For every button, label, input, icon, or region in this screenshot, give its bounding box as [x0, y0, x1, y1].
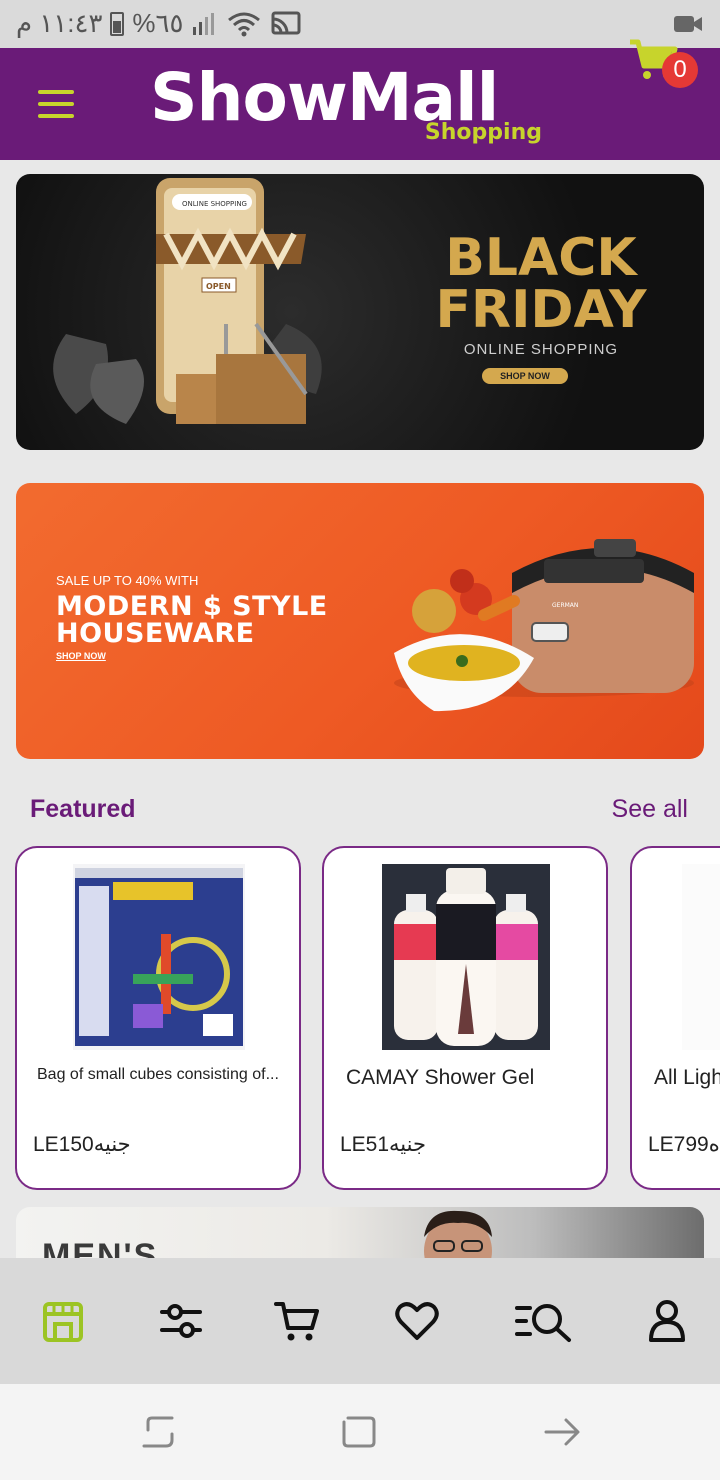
nav-search-list-icon[interactable] [514, 1298, 574, 1344]
bottom-navigation [0, 1258, 720, 1384]
battery-icon [110, 11, 125, 36]
back-icon[interactable] [542, 1412, 582, 1452]
product-price: LE51جنيه [340, 1133, 426, 1156]
open-sign-text: OPEN [206, 282, 231, 291]
logo-subtitle: Shopping [424, 120, 542, 145]
nav-cart-icon[interactable] [274, 1298, 320, 1344]
product-card[interactable]: Bag of small cubes consisting of... LE15… [15, 846, 301, 1190]
video-camera-icon [674, 16, 702, 32]
houseware-title: MODERN $ STYLE HOUSEWARE [56, 593, 328, 647]
houseware-sale-text: SALE UP TO 40% WITH [56, 573, 199, 588]
menu-icon-line [38, 114, 74, 118]
cooker-brand-text: GERMAN [552, 602, 578, 609]
storefront-illustration: ONLINE SHOPPING OPEN [53, 178, 322, 424]
black-friday-banner[interactable]: ONLINE SHOPPING OPEN BLACK FRIDAY ONLINE… [16, 174, 704, 450]
showmall-logo: ShowMall Shopping [150, 62, 550, 150]
see-all-link[interactable]: See all [612, 795, 688, 824]
black-friday-title: BLACK FRIDAY [435, 228, 647, 340]
product-image [682, 864, 720, 1050]
signal-icon [193, 12, 215, 35]
status-time: ١١:٤٣ م [16, 8, 103, 38]
product-image-camay-shower-gel [382, 864, 550, 1050]
product-name: All Ligh [654, 1066, 720, 1089]
menu-button[interactable] [38, 90, 74, 118]
product-price: LE150جنيه [33, 1133, 131, 1156]
houseware-title-line2: HOUSEWARE [56, 618, 255, 649]
menu-icon [38, 90, 74, 94]
black-friday-subtitle: ONLINE SHOPPING [463, 341, 619, 358]
nav-favorites-heart-icon[interactable] [394, 1298, 440, 1344]
status-right [672, 12, 704, 41]
phone-search-text: ONLINE SHOPPING [182, 200, 247, 208]
houseware-title-line1: MODERN $ STYLE [56, 591, 328, 622]
app-screen: ١١:٤٣ م %٦٥ ShowMall Shopping 0 ONLINE S… [0, 0, 720, 1480]
product-name: CAMAY Shower Gel [346, 1066, 535, 1089]
product-name: Bag of small cubes consisting of... [37, 1066, 279, 1083]
product-card[interactable]: All Ligh LE799ه [630, 846, 720, 1190]
battery-level: %٦٥ [132, 8, 184, 38]
black-friday-shop-now-button[interactable]: SHOP NOW [482, 368, 568, 384]
home-button-icon[interactable] [340, 1412, 380, 1452]
status-bar: ١١:٤٣ م %٦٥ [0, 0, 720, 48]
status-left: ١١:٤٣ م %٦٥ [16, 8, 303, 39]
menu-icon-line [38, 102, 74, 106]
featured-section-title: Featured [30, 795, 136, 823]
wifi-icon [228, 12, 261, 36]
nav-filters-icon[interactable] [158, 1298, 204, 1344]
system-navigation-bar [0, 1384, 720, 1480]
cart-count-badge: 0 [662, 52, 698, 88]
recents-icon[interactable] [140, 1412, 180, 1452]
cast-icon [271, 11, 301, 34]
product-price: LE799ه [648, 1133, 720, 1156]
product-image-building-blocks [73, 864, 245, 1050]
pressure-cooker-illustration: GERMAN [394, 539, 694, 712]
houseware-banner[interactable]: SALE UP TO 40% WITH MODERN $ STYLE HOUSE… [16, 483, 704, 759]
app-header: ShowMall Shopping [0, 48, 720, 160]
product-card[interactable]: CAMAY Shower Gel LE51جنيه [322, 846, 608, 1190]
nav-account-icon[interactable] [644, 1298, 690, 1344]
nav-home-icon[interactable] [40, 1298, 86, 1344]
houseware-shop-now-link[interactable]: SHOP NOW [56, 651, 106, 661]
